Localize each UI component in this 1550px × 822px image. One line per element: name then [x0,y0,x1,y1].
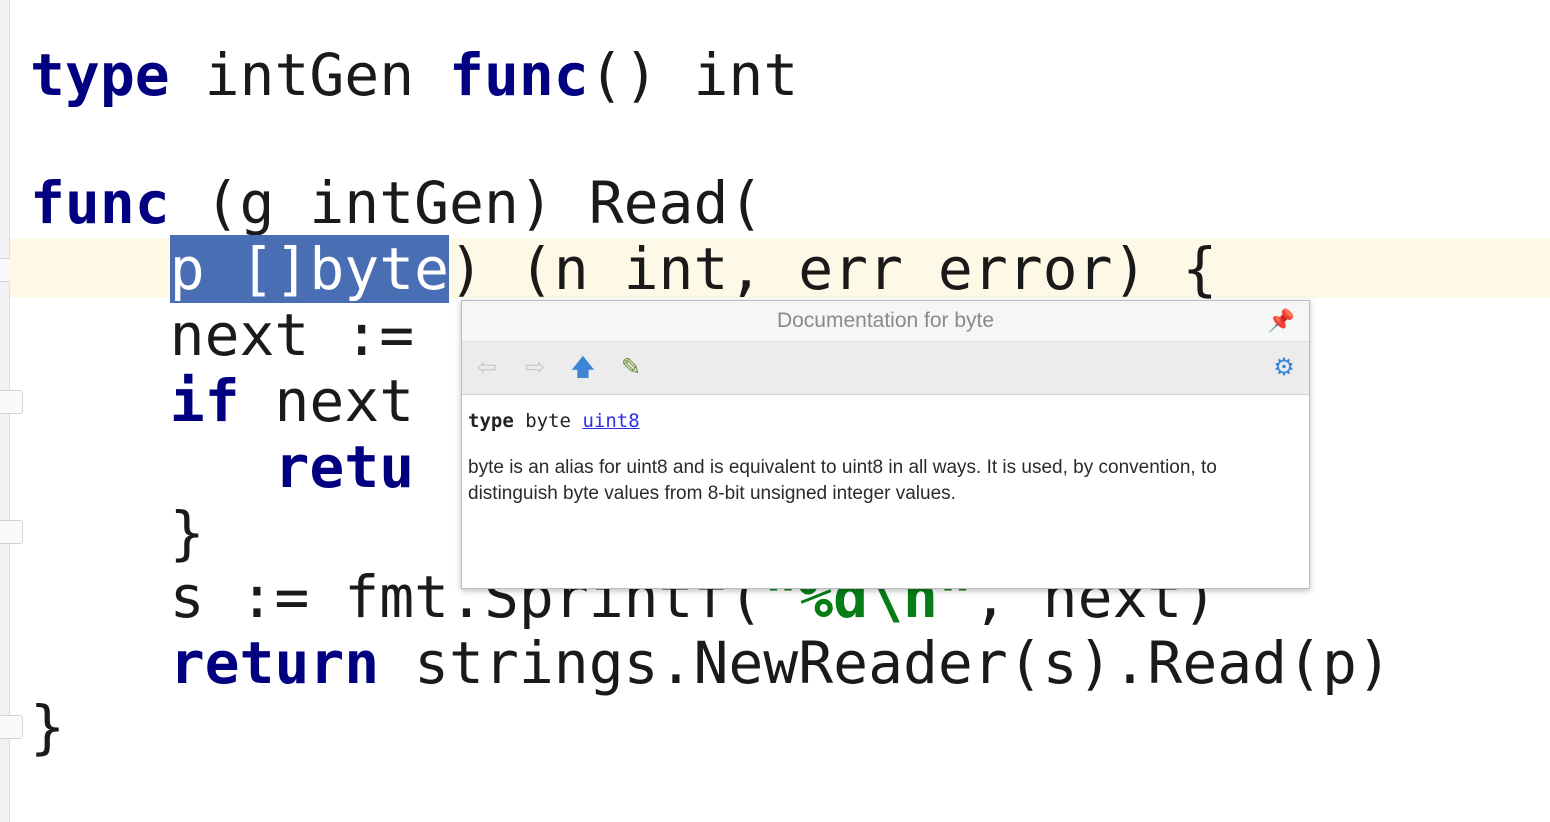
fold-marker[interactable] [0,390,23,414]
edit-source-icon[interactable]: ✎ [616,354,646,382]
code-line[interactable]: return strings.NewReader(s).Read(p) [30,628,1392,698]
code-keyword: func [449,41,589,109]
back-icon[interactable]: ⇦ [472,354,502,382]
signature-keyword: type [468,410,514,432]
code-line[interactable]: } [30,498,205,568]
gear-icon[interactable]: ⚙ [1269,354,1299,382]
code-text: } [30,499,205,567]
code-keyword: if [169,367,240,435]
code-text: intGen [169,41,450,109]
signature-name: byte [525,410,571,432]
uint8-link[interactable]: uint8 [582,410,639,432]
fold-marker[interactable] [0,520,23,544]
fold-marker[interactable] [0,715,23,739]
forward-icon[interactable]: ⇨ [520,354,550,382]
code-keyword: retu [274,433,415,501]
code-text: next [239,367,450,435]
up-arrow-icon[interactable]: 🡅 [568,354,598,382]
code-line[interactable]: p []byte) (n int, err error) { [30,234,1217,304]
popup-toolbar: ⇦ ⇨ 🡅 ✎ ⚙ [462,342,1309,395]
doc-description: byte is an alias for uint8 and is equiva… [468,457,1217,504]
code-text: ) (n int, err error) { [449,235,1218,303]
code-line[interactable]: next := [30,300,449,370]
documentation-popup: Documentation for byte 📌 ⇦ ⇨ 🡅 ✎ ⚙ type … [461,300,1310,589]
code-text: next := [30,301,450,369]
code-text: (g intGen) Read( [169,169,764,237]
code-line[interactable]: if next [30,366,449,436]
popup-title-bar: Documentation for byte 📌 [462,301,1309,342]
popup-body: type byte uint8 byte is an alias for uin… [462,395,1309,507]
popup-title: Documentation for byte [776,309,995,332]
code-keyword: func [30,169,170,237]
code-line[interactable]: retu [30,432,414,502]
code-line[interactable]: func (g intGen) Read( [30,168,763,238]
code-text: } [30,693,65,761]
code-text: strings.NewReader(s).Read(p) [379,629,1392,697]
code-line[interactable]: } [30,692,65,762]
pin-icon[interactable]: 📌 [1268,301,1295,341]
code-line[interactable]: type intGen func() int [30,40,798,110]
code-keyword: return [169,629,380,697]
code-text: () int [588,41,799,109]
code-keyword: type [30,41,170,109]
type-signature: type byte uint8 [468,407,1303,447]
code-selection: p []byte [169,235,450,303]
